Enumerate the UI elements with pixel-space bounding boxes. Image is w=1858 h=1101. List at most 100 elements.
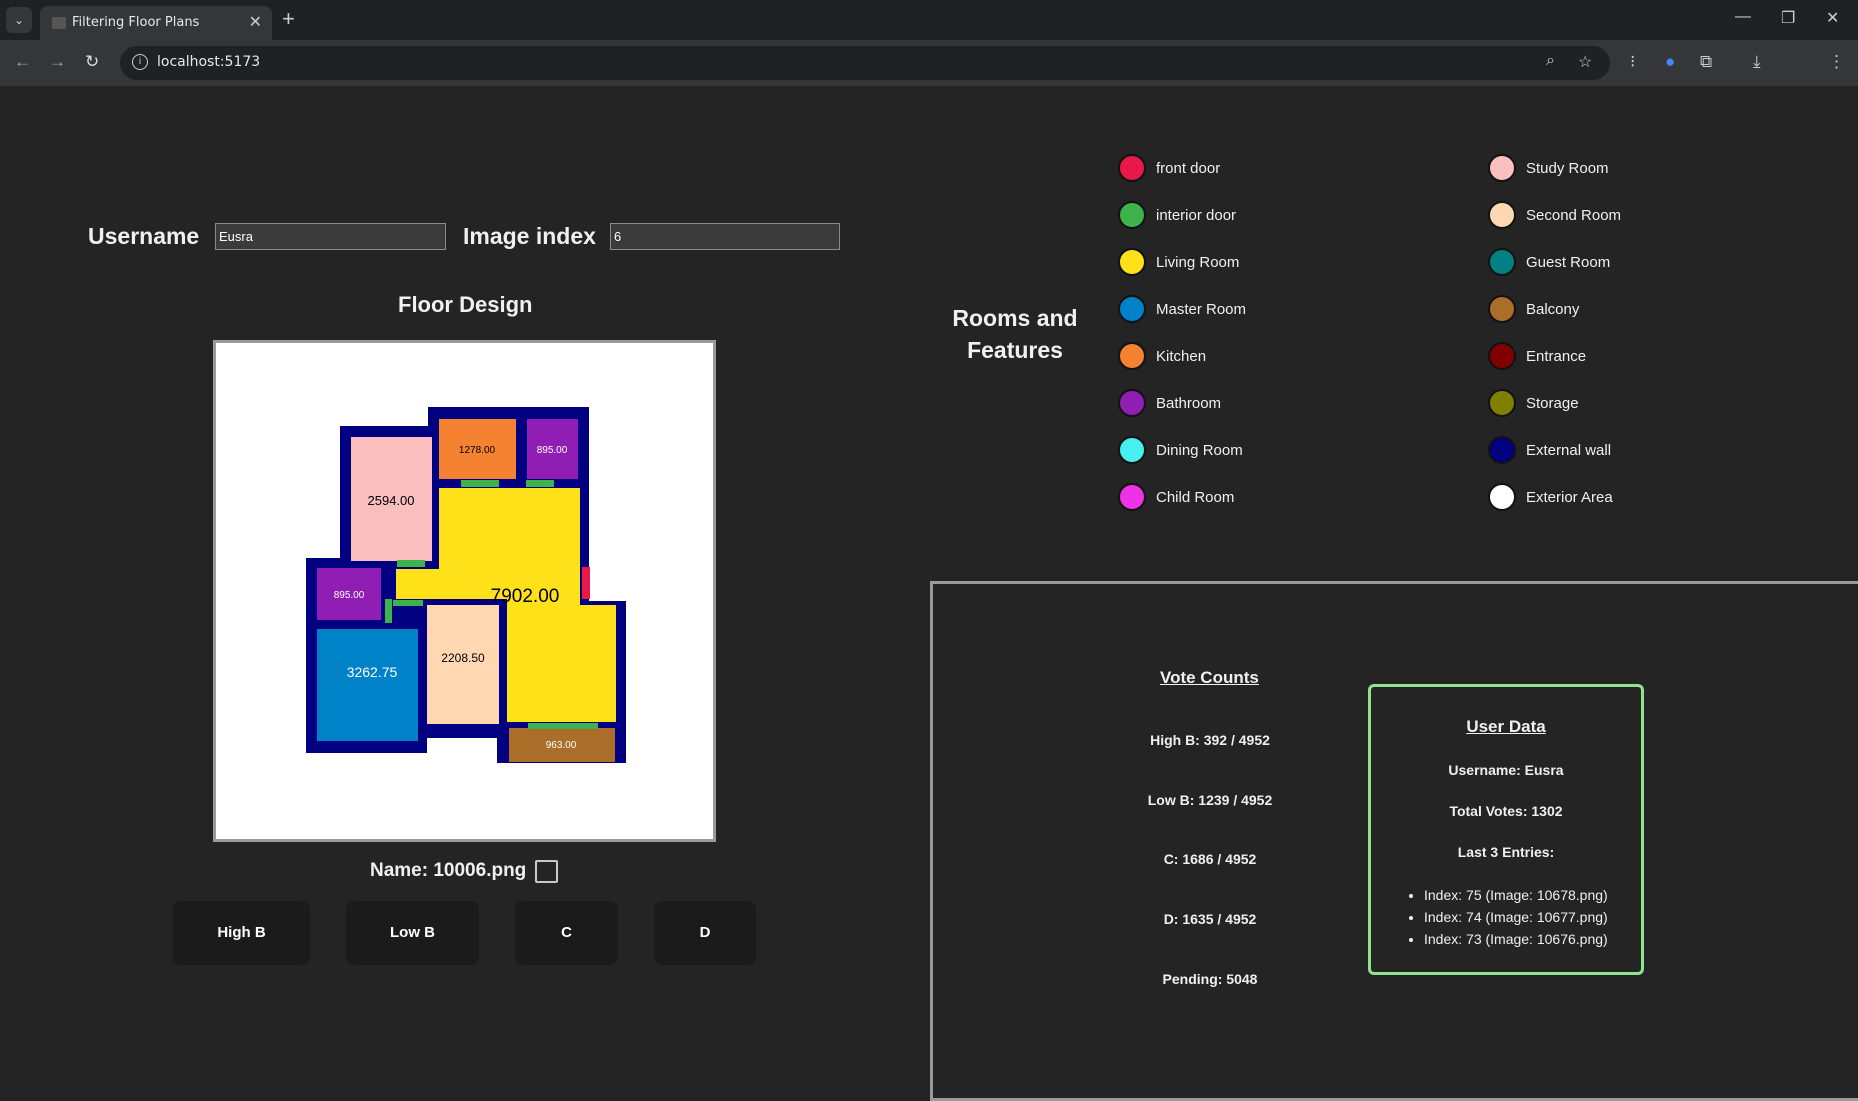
legend-color-swatch <box>1118 295 1146 323</box>
restore-icon[interactable]: ❐ <box>1781 8 1795 28</box>
bookmark-star-icon[interactable]: ☆ <box>1578 52 1592 72</box>
legend-label: Bathroom <box>1156 395 1222 412</box>
extension-icon[interactable]: ⁝ <box>1630 52 1635 72</box>
area-label: 3262.75 <box>347 664 398 680</box>
interior-door <box>385 599 392 623</box>
master-room <box>317 629 418 741</box>
area-label: 1278.00 <box>459 445 496 456</box>
legend-color-swatch <box>1118 483 1146 511</box>
legend-label: Master Room <box>1156 301 1247 318</box>
legend-label: Exterior Area <box>1526 489 1613 506</box>
legend-color-swatch <box>1118 389 1146 417</box>
legend-label: front door <box>1156 160 1221 177</box>
d-count: D: 1635 / 4952 <box>1163 911 1257 927</box>
user-data-title: User Data <box>1466 717 1546 736</box>
url-text: localhost:5173 <box>157 54 261 70</box>
legend-color-swatch <box>1118 436 1146 464</box>
new-tab-icon[interactable]: + <box>282 6 295 32</box>
area-label: 895.00 <box>537 445 568 456</box>
legend-label: Guest Room <box>1526 254 1611 271</box>
legend-label: interior door <box>1156 207 1237 224</box>
legend-label: Second Room <box>1526 207 1622 224</box>
area-label: 2208.50 <box>441 651 485 665</box>
area-label: 963.00 <box>546 740 577 751</box>
legend-label: External wall <box>1526 442 1612 459</box>
minimize-icon[interactable]: — <box>1735 8 1751 26</box>
legend-color-swatch <box>1488 154 1516 182</box>
legend-color-swatch <box>1118 154 1146 182</box>
username-input[interactable] <box>215 223 446 250</box>
legend-title: Rooms and Features <box>952 305 1078 363</box>
floor-design-title: Floor Design <box>398 292 533 317</box>
floor-plan-svg: 2594.00 1278.00 895.00 7902.00 895.00 32… <box>306 407 626 763</box>
pending-count: Pending: 5048 <box>1162 971 1258 987</box>
low-b-count: Low B: 1239 / 4952 <box>1147 792 1273 808</box>
legend-label: Storage <box>1526 395 1579 412</box>
legend-color-swatch <box>1118 201 1146 229</box>
interior-door <box>461 480 499 487</box>
area-label: 7902.00 <box>491 586 560 607</box>
last-entries-list: Index: 75 (Image: 10678.png) Index: 74 (… <box>1406 884 1608 950</box>
interior-door <box>528 723 598 729</box>
site-info-icon[interactable]: i <box>132 54 148 70</box>
user-data-last-entries-label: Last 3 Entries: <box>1457 844 1555 860</box>
address-bar[interactable]: i localhost:5173 ⌕ ☆ <box>120 46 1610 80</box>
user-data-username: Username: Eusra <box>1448 762 1564 778</box>
high-b-button[interactable]: High B <box>173 901 310 965</box>
legend-label: Living Room <box>1156 254 1240 271</box>
front-door <box>582 567 590 599</box>
legend-label: Dining Room <box>1156 442 1243 459</box>
area-label: 2594.00 <box>368 493 415 508</box>
d-button[interactable]: D <box>654 901 756 965</box>
tab-search-button[interactable]: ⌄ <box>6 7 32 33</box>
back-icon[interactable]: ← <box>14 52 31 72</box>
list-item: Index: 74 (Image: 10677.png) <box>1424 906 1608 928</box>
image-index-input[interactable] <box>610 223 840 250</box>
interior-door <box>526 480 554 487</box>
legend-label: Kitchen <box>1156 348 1207 365</box>
c-button[interactable]: C <box>515 901 618 965</box>
area-label: 895.00 <box>334 590 365 601</box>
legend-color-swatch <box>1118 248 1146 276</box>
high-b-count: High B: 392 / 4952 <box>1150 732 1270 748</box>
tab-close-icon[interactable]: ✕ <box>249 12 262 32</box>
username-label: Username <box>88 223 200 249</box>
browser-tab-strip: ⌄ Filtering Floor Plans ✕ + — ❐ ✕ <box>0 0 1858 40</box>
interior-door <box>397 560 425 567</box>
browser-tab[interactable]: Filtering Floor Plans ✕ <box>40 6 272 40</box>
vote-counts-title: Vote Counts <box>1160 668 1259 687</box>
forward-icon[interactable]: → <box>49 52 66 72</box>
legend-label: Entrance <box>1526 348 1587 365</box>
image-checkbox[interactable] <box>535 860 558 883</box>
legend-color-swatch <box>1488 483 1516 511</box>
user-data-total-votes: Total Votes: 1302 <box>1449 803 1563 819</box>
tab-title: Filtering Floor Plans <box>72 15 200 30</box>
close-window-icon[interactable]: ✕ <box>1826 8 1839 28</box>
image-name-label: Name: 10006.png <box>370 860 527 881</box>
browser-toolbar: ← → ↻ i localhost:5173 ⌕ ☆ ⁝ ● ⧉ ⤓ ⋮ <box>0 40 1858 86</box>
download-icon[interactable]: ⤓ <box>1753 52 1761 72</box>
low-b-button[interactable]: Low B <box>346 901 479 965</box>
legend-color-swatch <box>1488 342 1516 370</box>
legend-label: Balcony <box>1526 301 1580 318</box>
reload-icon[interactable]: ↻ <box>85 52 99 72</box>
legend-color-swatch <box>1488 201 1516 229</box>
tab-favicon-icon <box>52 17 66 29</box>
legend-color-swatch <box>1488 248 1516 276</box>
legend-color-swatch <box>1488 389 1516 417</box>
legend-color-swatch <box>1488 436 1516 464</box>
c-count: C: 1686 / 4952 <box>1163 851 1257 867</box>
menu-kebab-icon[interactable]: ⋮ <box>1828 52 1845 72</box>
zoom-icon[interactable]: ⌕ <box>1546 52 1555 70</box>
extensions-puzzle-icon[interactable]: ⧉ <box>1700 52 1712 72</box>
list-item: Index: 73 (Image: 10676.png) <box>1424 928 1608 950</box>
interior-door <box>393 600 423 606</box>
legend-color-swatch <box>1488 295 1516 323</box>
floor-plan-image: 2594.00 1278.00 895.00 7902.00 895.00 32… <box>213 340 716 842</box>
legend-label: Child Room <box>1156 489 1235 506</box>
list-item: Index: 75 (Image: 10678.png) <box>1424 884 1608 906</box>
user-data-panel: User Data Username: Eusra Total Votes: 1… <box>1368 684 1644 975</box>
legend-label: Study Room <box>1526 160 1609 177</box>
image-index-label: Image index <box>463 223 596 249</box>
drop-extension-icon[interactable]: ● <box>1665 52 1675 72</box>
